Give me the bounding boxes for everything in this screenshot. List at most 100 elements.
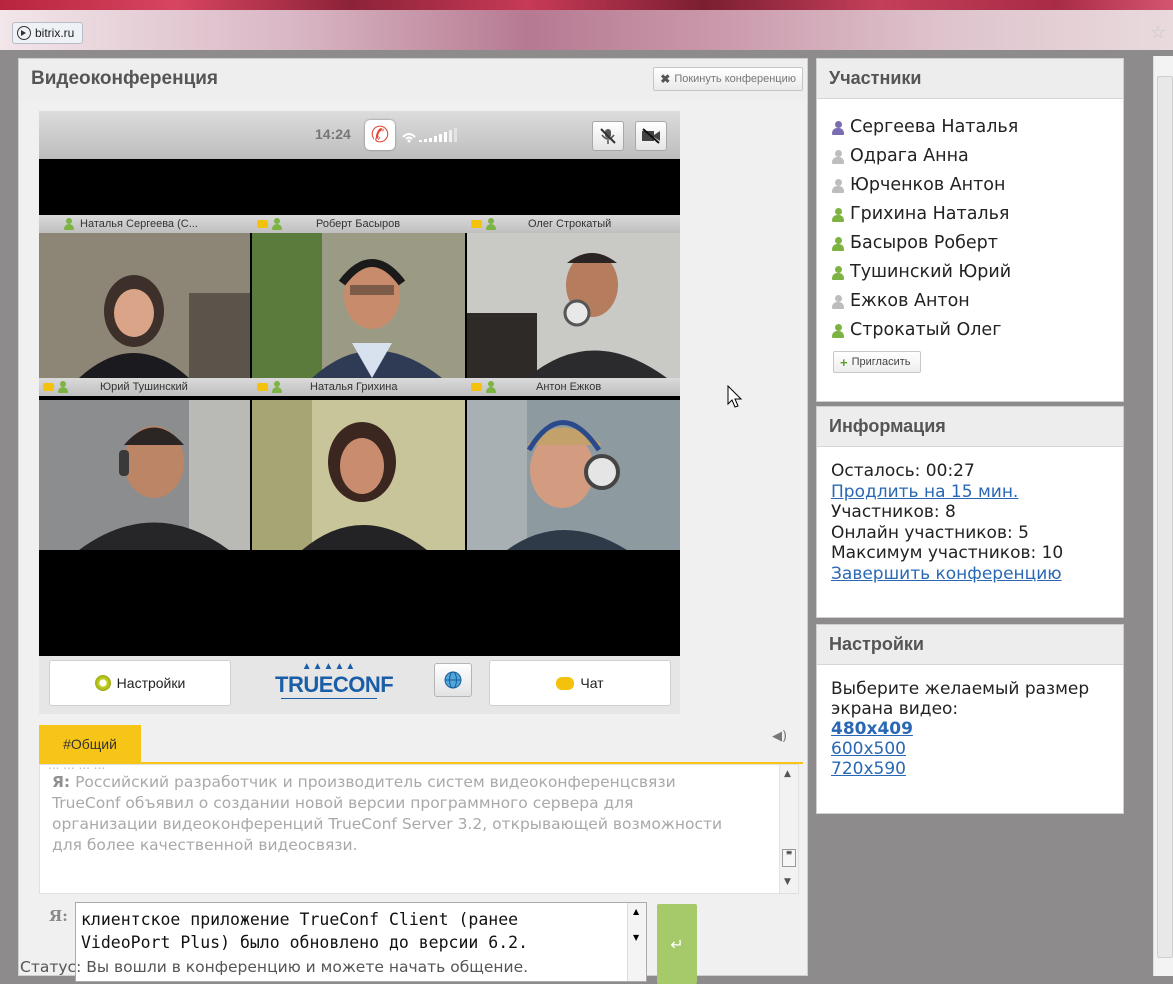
disable-camera-button[interactable] bbox=[635, 121, 667, 151]
scroll-down-arrow-icon[interactable]: ▼ bbox=[633, 933, 639, 942]
chat-message-text: Российский разработчик и производитель с… bbox=[52, 773, 723, 854]
network-globe-button[interactable] bbox=[434, 663, 472, 697]
chat-bubble-icon bbox=[556, 676, 575, 690]
video-size-option[interactable]: 600x500 bbox=[831, 739, 1109, 759]
send-message-button[interactable]: ↵ bbox=[657, 904, 697, 984]
hangup-phone-icon[interactable]: ✆ bbox=[365, 120, 395, 150]
chat-message: Я: Российский разработчик и производител… bbox=[52, 772, 742, 856]
composer-author-label: Я: bbox=[49, 907, 68, 925]
participant-namebar-top: Наталья Сергеева (С... Роберт Басыров Ол… bbox=[39, 215, 680, 233]
close-icon: ✖ bbox=[660, 72, 671, 86]
chat-icon bbox=[257, 220, 268, 228]
online-user-icon bbox=[831, 265, 845, 280]
offline-user-icon bbox=[831, 178, 845, 193]
settings-panel: Настройки Выберите желаемый размер экран… bbox=[816, 624, 1124, 814]
participant-item[interactable]: Сергеева Наталья bbox=[831, 113, 1109, 142]
page-scrollbar[interactable] bbox=[1153, 56, 1173, 976]
globe-icon bbox=[444, 671, 462, 689]
invite-button[interactable]: + Пригласить bbox=[833, 351, 922, 373]
chat-log[interactable]: ... ... ... ... Я: Российский разработчи… bbox=[39, 758, 799, 894]
participant-item[interactable]: Одрага Анна bbox=[831, 142, 1109, 171]
call-time: 14:24 bbox=[315, 126, 351, 142]
page-scroll-thumb[interactable] bbox=[1157, 76, 1173, 958]
participant-namebar-bottom: Юрий Тушинский Наталья Грихина Антон Ежк… bbox=[39, 378, 680, 396]
trueconf-logo: ▲▲▲▲▲ TRUECONF bbox=[275, 661, 394, 699]
chat-button[interactable]: Чат bbox=[489, 660, 671, 706]
enter-arrow-icon: ↵ bbox=[670, 934, 684, 954]
chat-log-previous-line: ... ... ... ... bbox=[48, 758, 106, 772]
toolbar-decoration bbox=[0, 0, 1173, 10]
video-tile-anton-ezhkov[interactable] bbox=[467, 400, 680, 550]
chat-message-author: Я: bbox=[52, 773, 71, 791]
participants-title: Участники bbox=[817, 59, 1123, 99]
end-conference-link[interactable]: Завершить конференцию bbox=[831, 564, 1109, 585]
video-tile-name-4: Юрий Тушинский bbox=[43, 378, 188, 396]
mute-microphone-button[interactable] bbox=[592, 121, 624, 151]
video-area: 14:24 ✆ Наталья Сергеева (С... Роберт Ба… bbox=[39, 111, 680, 656]
message-input-text: клиентское приложение TrueConf Client (р… bbox=[81, 910, 529, 952]
bookmark-star-icon[interactable]: ☆ bbox=[1150, 22, 1166, 43]
video-tile-name-1: Наталья Сергеева (С... bbox=[63, 215, 198, 233]
offline-user-icon bbox=[831, 149, 845, 164]
video-tile-name-6: Антон Ежков bbox=[471, 378, 601, 396]
user-icon bbox=[271, 218, 283, 230]
sound-icon[interactable]: ◀) bbox=[772, 729, 787, 744]
remaining-time: Осталось: 00:27 bbox=[831, 461, 975, 481]
participant-item[interactable]: Басыров Роберт bbox=[831, 229, 1109, 258]
video-tile-robert-basyrov[interactable] bbox=[252, 233, 465, 378]
online-user-icon bbox=[831, 207, 845, 222]
scroll-up-arrow-icon[interactable]: ▲ bbox=[784, 769, 791, 779]
gear-icon bbox=[94, 675, 111, 691]
offline-user-icon bbox=[831, 294, 845, 309]
video-tile-oleg-strokaty[interactable] bbox=[467, 233, 680, 378]
user-icon bbox=[63, 218, 75, 230]
user-icon bbox=[485, 218, 497, 230]
scroll-thumb[interactable]: ≡ bbox=[782, 849, 796, 867]
scroll-down-arrow-icon[interactable]: ▼ bbox=[784, 877, 791, 887]
video-tile-name-5: Наталья Грихина bbox=[257, 378, 397, 396]
settings-button[interactable]: Настройки bbox=[49, 660, 231, 706]
browser-toolbar: bitrix.ru ☆ bbox=[0, 0, 1173, 50]
microphone-off-icon bbox=[600, 128, 616, 144]
information-title: Информация bbox=[817, 407, 1123, 447]
online-user-icon bbox=[831, 236, 845, 251]
camera-off-icon bbox=[642, 128, 660, 144]
video-tile-natalya-sergeeva[interactable] bbox=[39, 233, 250, 378]
max-participants-count: Максимум участников: 10 bbox=[831, 543, 1064, 563]
participant-item[interactable]: Ежков Антон bbox=[831, 287, 1109, 316]
message-input-scrollbar[interactable]: ▲ ▼ bbox=[627, 903, 646, 981]
go-icon[interactable] bbox=[17, 26, 31, 40]
chat-icon bbox=[43, 383, 54, 391]
video-size-prompt: Выберите желаемый размер экрана видео: bbox=[831, 679, 1090, 719]
chat-log-scrollbar[interactable]: ▲ ≡ ▼ bbox=[779, 765, 798, 893]
address-text: bitrix.ru bbox=[35, 26, 75, 40]
video-size-option-selected[interactable]: 480x409 bbox=[831, 719, 1109, 739]
online-user-icon bbox=[831, 323, 845, 338]
user-icon bbox=[57, 381, 69, 393]
video-tile-yuri-tushinsky[interactable] bbox=[39, 400, 250, 550]
participant-item[interactable]: Строкатый Олег bbox=[831, 316, 1109, 345]
participants-count: Участников: 8 bbox=[831, 502, 956, 522]
information-body: Осталось: 00:27 Продлить на 15 мин. Учас… bbox=[817, 447, 1123, 584]
chat-icon bbox=[471, 383, 482, 391]
user-icon bbox=[271, 381, 283, 393]
video-size-option[interactable]: 720x590 bbox=[831, 759, 1109, 779]
online-participants-count: Онлайн участников: 5 bbox=[831, 522, 1029, 543]
chat-button-label: Чат bbox=[580, 675, 604, 691]
extend-conference-link[interactable]: Продлить на 15 мин. bbox=[831, 482, 1109, 503]
invite-button-label: Пригласить bbox=[851, 356, 911, 368]
video-tile-name-3: Олег Строкатый bbox=[471, 215, 611, 233]
leave-conference-button[interactable]: ✖ Покинуть конференцию bbox=[653, 67, 803, 91]
user-icon bbox=[485, 381, 497, 393]
video-tile-natalya-grikhina[interactable] bbox=[252, 400, 465, 550]
participant-item[interactable]: Тушинский Юрий bbox=[831, 258, 1109, 287]
scroll-up-arrow-icon[interactable]: ▲ bbox=[633, 907, 639, 916]
leave-conference-label: Покинуть конференцию bbox=[674, 73, 796, 85]
mouse-cursor-icon bbox=[727, 385, 743, 408]
video-tile-name-2: Роберт Басыров bbox=[257, 215, 400, 233]
participant-item[interactable]: Юрченков Антон bbox=[831, 171, 1109, 200]
settings-title: Настройки bbox=[817, 625, 1123, 665]
address-bar[interactable]: bitrix.ru bbox=[12, 22, 84, 44]
settings-button-label: Настройки bbox=[116, 675, 186, 691]
participant-item[interactable]: Грихина Наталья bbox=[831, 200, 1109, 229]
